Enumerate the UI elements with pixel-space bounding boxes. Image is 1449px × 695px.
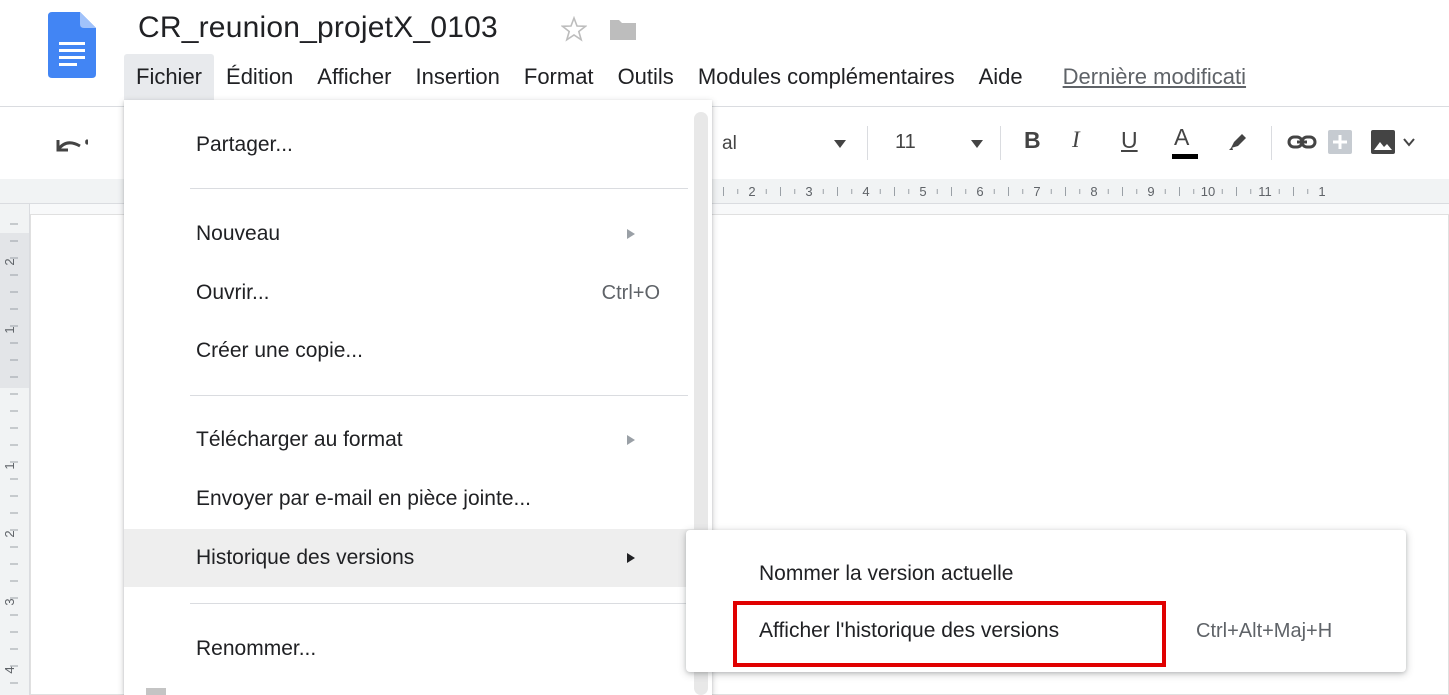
folder-icon[interactable]: [608, 16, 638, 42]
menu-format[interactable]: Format: [512, 54, 606, 100]
comment-icon[interactable]: [1327, 129, 1353, 155]
menu-item-icon: [146, 688, 166, 695]
star-icon[interactable]: [561, 16, 587, 42]
submenu-arrow-icon: [627, 553, 635, 563]
menu-item-label: Partager...: [196, 133, 293, 156]
menu-outils[interactable]: Outils: [606, 54, 686, 100]
ruler-number: 7: [1033, 184, 1040, 199]
bold-button[interactable]: B: [1024, 127, 1041, 154]
ruler-number: 8: [1090, 184, 1097, 199]
menu-edition[interactable]: Édition: [214, 54, 305, 100]
ruler-number: 10: [1201, 184, 1215, 199]
link-icon[interactable]: [1287, 132, 1317, 152]
submenu-arrow-icon: [627, 229, 635, 239]
toolbar-separator: [1000, 126, 1001, 160]
left-ruler-scale: 2 1 1 2 3 4: [2, 223, 18, 684]
menu-separator: [190, 395, 688, 396]
menu-bar: Fichier Édition Afficher Insertion Forma…: [124, 54, 1246, 100]
highlight-icon[interactable]: [1225, 128, 1251, 154]
menu-modules[interactable]: Modules complémentaires: [686, 54, 967, 100]
top-ruler-scale: 2 3 4 5 6 7 8 9 10 11 1: [723, 184, 1326, 199]
ruler-number: 1: [1318, 184, 1325, 199]
menu-aide[interactable]: Aide: [967, 54, 1035, 100]
menu-item-envoyer-email[interactable]: Envoyer par e-mail en pièce jointe...: [124, 470, 694, 528]
submenu-item-shortcut: Ctrl+Alt+Maj+H: [1196, 620, 1333, 642]
file-menu: Partager... Nouveau Ouvrir... Ctrl+O Cré…: [124, 100, 712, 695]
ruler-number: 4: [2, 666, 17, 673]
menu-item-label: Ouvrir...: [196, 281, 270, 304]
submenu-arrow-icon: [627, 435, 635, 445]
menu-item-label: Envoyer par e-mail en pièce jointe...: [196, 487, 532, 510]
chevron-down-icon[interactable]: [834, 140, 846, 148]
menu-item-label: Nouveau: [196, 222, 281, 245]
ruler-number: 3: [805, 184, 812, 199]
annotation-highlight-box: [733, 601, 1166, 667]
ruler-number: 11: [1258, 184, 1272, 199]
text-color-swatch: [1172, 154, 1198, 159]
menu-item-label: Télécharger au format: [196, 428, 403, 451]
menu-item-shortcut: Ctrl+O: [601, 282, 660, 304]
last-modified-link[interactable]: Dernière modificati: [1035, 64, 1246, 90]
menu-item-historique-versions[interactable]: Historique des versions: [124, 529, 694, 587]
menu-item-label: Renommer...: [196, 637, 317, 660]
menu-item-telecharger[interactable]: Télécharger au format: [124, 411, 694, 469]
menu-item-renommer[interactable]: Renommer...: [124, 620, 694, 678]
menu-insertion[interactable]: Insertion: [403, 54, 511, 100]
menu-afficher[interactable]: Afficher: [305, 54, 403, 100]
menu-item-label: Historique des versions: [196, 546, 415, 569]
ruler-number: 2: [748, 184, 755, 199]
ruler-number: 1: [2, 462, 17, 469]
submenu-item-nommer-version[interactable]: Nommer la version actuelle: [759, 554, 1013, 594]
ruler-number: 6: [976, 184, 983, 199]
ruler-number: 2: [2, 530, 17, 537]
font-name-select[interactable]: al: [722, 133, 737, 155]
menu-separator: [190, 603, 688, 604]
menu-item-creer-copie[interactable]: Créer une copie...: [124, 322, 694, 380]
ruler-number: 3: [2, 598, 17, 605]
chevron-down-icon[interactable]: [1402, 137, 1416, 147]
menu-item-partager[interactable]: Partager...: [124, 116, 694, 174]
menu-item-ouvrir[interactable]: Ouvrir... Ctrl+O: [124, 264, 694, 322]
ruler-number: 2: [2, 258, 17, 265]
menu-fichier[interactable]: Fichier: [124, 54, 215, 100]
ruler-number: 5: [919, 184, 926, 199]
ruler-number: 9: [1147, 184, 1154, 199]
ruler-number: 1: [2, 326, 17, 333]
ruler-number: 4: [862, 184, 869, 199]
italic-button[interactable]: I: [1072, 127, 1080, 153]
docs-logo-icon[interactable]: [48, 12, 96, 78]
document-title[interactable]: CR_reunion_projetX_0103: [138, 11, 498, 45]
text-color-button[interactable]: A: [1174, 124, 1189, 151]
toolbar-separator: [1271, 126, 1272, 160]
menu-separator: [190, 188, 688, 189]
image-icon[interactable]: [1370, 129, 1396, 155]
menu-item-nouveau[interactable]: Nouveau: [124, 205, 694, 263]
font-size-select[interactable]: 11: [895, 131, 916, 154]
chevron-down-icon[interactable]: [971, 140, 983, 148]
undo-icon[interactable]: [52, 130, 88, 160]
underline-button[interactable]: U: [1121, 127, 1138, 154]
toolbar-separator: [867, 126, 868, 160]
menu-item-label: Créer une copie...: [196, 339, 363, 362]
